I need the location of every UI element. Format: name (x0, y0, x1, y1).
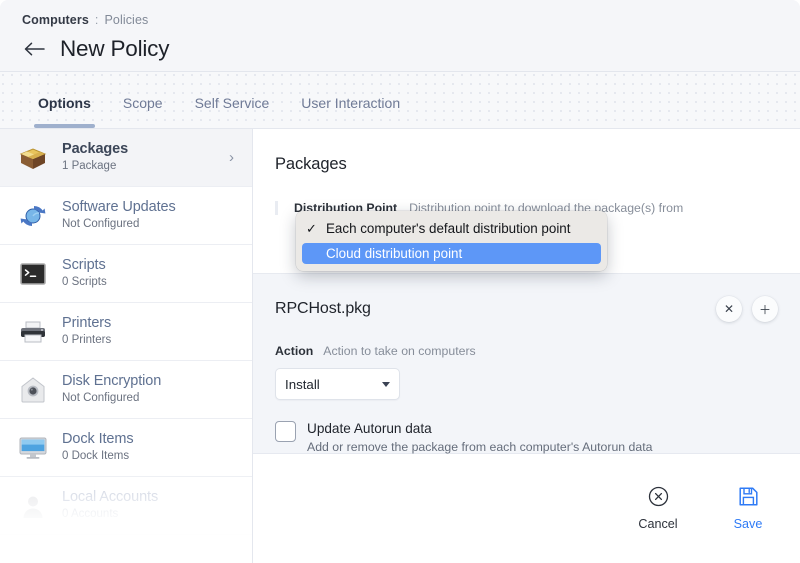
display-monitor-icon (16, 431, 50, 465)
menu-option-cloud-distribution-point[interactable]: Cloud distribution point (302, 243, 601, 264)
sidebar-item-text: Disk Encryption Not Configured (62, 373, 238, 406)
sidebar-item-text: Printers 0 Printers (62, 315, 238, 348)
chevron-down-icon (382, 382, 390, 387)
printer-icon (16, 315, 50, 349)
sidebar-item-scripts[interactable]: Scripts 0 Scripts (0, 245, 252, 303)
editor-body: Packages 1 Package › (0, 129, 800, 563)
footer-actions: Cancel Save (253, 454, 800, 563)
tab-options[interactable]: Options (22, 95, 107, 128)
sidebar-item-text: Scripts 0 Scripts (62, 257, 238, 290)
cancel-button[interactable]: Cancel (630, 486, 686, 531)
breadcrumb: Computers : Policies (22, 10, 800, 30)
policy-editor-window: Computers : Policies New Policy Options … (0, 0, 800, 563)
sidebar-item-sub: 0 Accounts (62, 507, 238, 522)
tab-bar: Options Scope Self Service User Interact… (0, 72, 800, 129)
sidebar-item-text: Local Accounts 0 Accounts (62, 489, 238, 522)
sidebar-item-software-updates[interactable]: Software Updates Not Configured (0, 187, 252, 245)
tab-scope[interactable]: Scope (107, 95, 179, 128)
package-header-row: RPCHost.pkg ✕ ＋ (275, 296, 800, 322)
save-floppy-disk-icon (738, 486, 759, 512)
tab-self-service[interactable]: Self Service (179, 95, 286, 128)
sidebar-item-label: Packages (62, 141, 229, 158)
breadcrumb-root[interactable]: Computers (22, 13, 89, 27)
action-label: Action (275, 344, 313, 358)
back-arrow-icon[interactable] (22, 37, 46, 61)
sidebar-item-sub: Not Configured (62, 217, 238, 232)
save-label: Save (734, 517, 763, 531)
sidebar-item-packages[interactable]: Packages 1 Package › (0, 129, 252, 187)
terminal-script-icon (16, 257, 50, 291)
packages-section: Packages Distribution Point Distribution… (253, 129, 800, 274)
remove-package-button[interactable]: ✕ (716, 296, 742, 322)
chevron-right-icon: › (229, 149, 238, 166)
sidebar-item-label: Local Accounts (62, 489, 238, 506)
breadcrumb-current[interactable]: Policies (104, 13, 148, 27)
package-card: RPCHost.pkg ✕ ＋ Action Action to take on… (253, 274, 800, 454)
payload-sidebar[interactable]: Packages 1 Package › (0, 129, 253, 563)
sidebar-item-printers[interactable]: Printers 0 Printers (0, 303, 252, 361)
page-title: New Policy (60, 36, 169, 62)
action-select[interactable]: Install (275, 368, 400, 400)
sidebar-item-label: Printers (62, 315, 238, 332)
autorun-label: Update Autorun data (307, 420, 653, 437)
sidebar-item-label: Disk Encryption (62, 373, 238, 390)
payload-detail-pane: Packages Distribution Point Distribution… (253, 129, 800, 563)
package-actions: ✕ ＋ (716, 296, 800, 322)
sidebar-item-dock-items[interactable]: Dock Items 0 Dock Items (0, 419, 252, 477)
sidebar-item-sub: 0 Scripts (62, 275, 238, 290)
update-autorun-checkbox[interactable] (275, 421, 296, 442)
sidebar-item-disk-encryption[interactable]: Disk Encryption Not Configured (0, 361, 252, 419)
menu-option-default-distribution-point[interactable]: ✓ Each computer's default distribution p… (302, 218, 601, 239)
sidebar-item-text: Software Updates Not Configured (62, 199, 238, 232)
sidebar-item-label: Scripts (62, 257, 238, 274)
section-title: Packages (275, 155, 800, 174)
menu-option-label: Cloud distribution point (326, 246, 462, 261)
package-name: RPCHost.pkg (275, 300, 716, 318)
sidebar-item-sub: 1 Package (62, 159, 229, 174)
tab-user-interaction[interactable]: User Interaction (285, 95, 416, 128)
package-box-icon (16, 141, 50, 175)
checkmark-icon: ✓ (306, 221, 326, 237)
action-select-value: Install (285, 377, 382, 392)
sidebar-item-label: Software Updates (62, 199, 238, 216)
title-row: New Policy (22, 36, 800, 62)
page-header: Computers : Policies New Policy (0, 0, 800, 72)
cancel-label: Cancel (638, 517, 677, 531)
filevault-house-icon (16, 373, 50, 407)
sidebar-item-sub: Not Configured (62, 391, 238, 406)
sidebar-item-local-accounts[interactable]: Local Accounts 0 Accounts (0, 477, 252, 535)
distribution-point-menu[interactable]: ✓ Each computer's default distribution p… (296, 211, 607, 271)
menu-option-label: Each computer's default distribution poi… (326, 221, 570, 236)
save-button[interactable]: Save (720, 486, 776, 531)
sidebar-item-sub: 0 Dock Items (62, 449, 238, 464)
cancel-circle-x-icon (648, 486, 669, 512)
autorun-sub: Add or remove the package from each comp… (307, 439, 653, 455)
autorun-checkbox-row: Update Autorun data Add or remove the pa… (275, 420, 800, 455)
software-update-globe-icon (16, 199, 50, 233)
add-package-button[interactable]: ＋ (752, 296, 778, 322)
autorun-text: Update Autorun data Add or remove the pa… (307, 420, 653, 455)
breadcrumb-separator: : (95, 13, 99, 27)
sidebar-item-sub: 0 Printers (62, 333, 238, 348)
sidebar-item-text: Packages 1 Package (62, 141, 229, 174)
user-silhouette-icon (16, 489, 50, 523)
action-field-header: Action Action to take on computers (275, 344, 800, 358)
action-help: Action to take on computers (323, 344, 475, 358)
sidebar-item-text: Dock Items 0 Dock Items (62, 431, 238, 464)
sidebar-item-label: Dock Items (62, 431, 238, 448)
